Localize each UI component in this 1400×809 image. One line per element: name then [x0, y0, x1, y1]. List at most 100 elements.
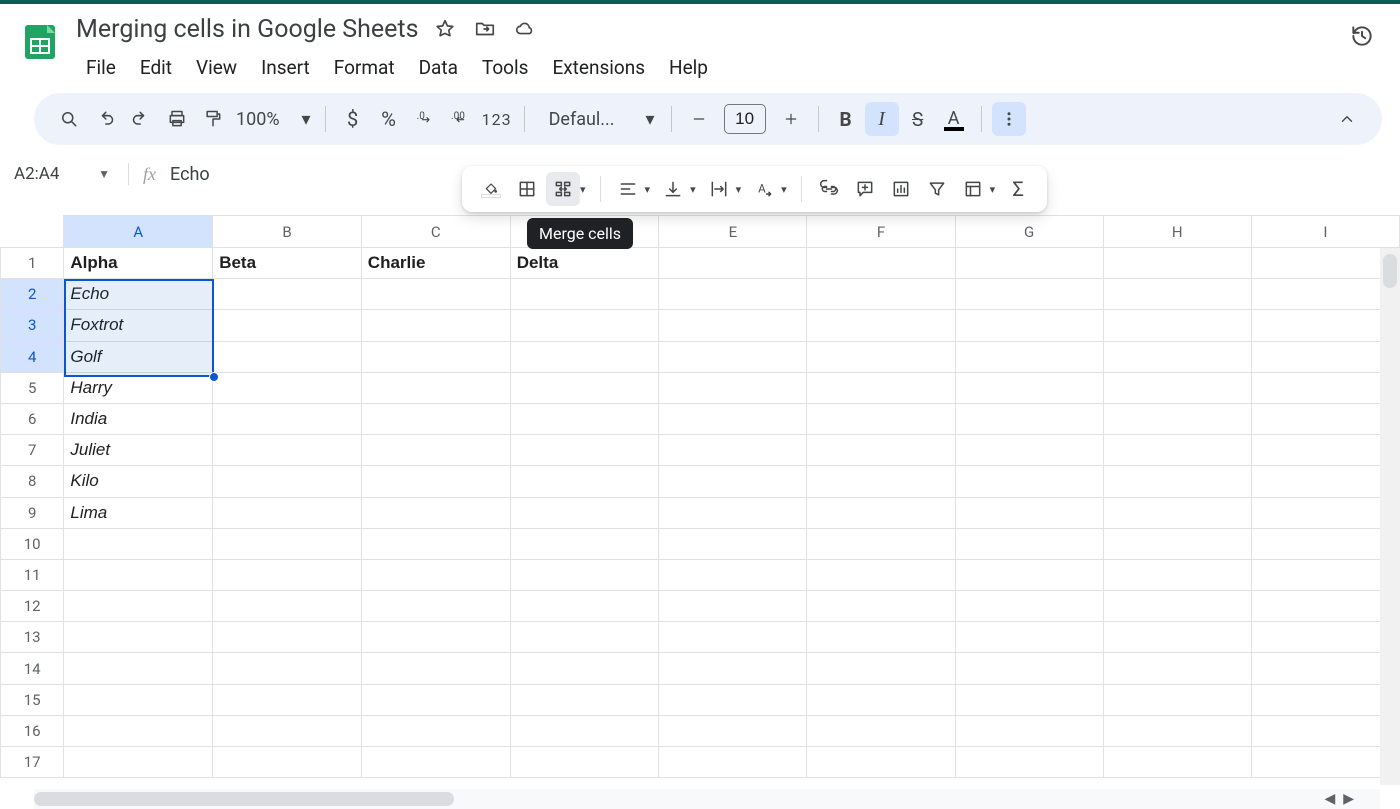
cell[interactable] — [955, 591, 1103, 622]
cell[interactable] — [659, 622, 807, 653]
cell[interactable] — [510, 622, 659, 653]
cell[interactable] — [659, 435, 807, 466]
font-family-select[interactable]: Defaul...▾ — [535, 109, 661, 130]
cell[interactable] — [64, 715, 213, 746]
cell[interactable] — [955, 248, 1103, 279]
cell[interactable] — [807, 715, 955, 746]
column-header[interactable]: B — [213, 216, 362, 248]
cell[interactable] — [1251, 341, 1399, 372]
cell[interactable] — [955, 653, 1103, 684]
cell[interactable] — [213, 653, 362, 684]
cell[interactable] — [361, 403, 510, 434]
strikethrough-button[interactable]: S — [901, 102, 935, 136]
halign-dropdown-icon[interactable]: ▾ — [645, 183, 655, 196]
menu-help[interactable]: Help — [659, 52, 718, 83]
spreadsheet-grid[interactable]: ABCDEFGHI1AlphaBetaCharlieDelta2Echo3Fox… — [0, 215, 1400, 778]
cell[interactable] — [1251, 591, 1399, 622]
cell[interactable] — [361, 310, 510, 341]
cell[interactable] — [659, 310, 807, 341]
row-header[interactable]: 2 — [1, 279, 64, 310]
cell[interactable] — [807, 435, 955, 466]
cell[interactable] — [213, 466, 362, 497]
decrease-font-button[interactable] — [682, 102, 716, 136]
cell[interactable] — [1103, 435, 1251, 466]
cell[interactable] — [807, 559, 955, 590]
cell[interactable] — [510, 403, 659, 434]
cell[interactable] — [361, 559, 510, 590]
column-header[interactable]: H — [1103, 216, 1251, 248]
cell[interactable] — [64, 528, 213, 559]
cell[interactable] — [807, 528, 955, 559]
cell[interactable] — [807, 747, 955, 778]
move-folder-icon[interactable] — [471, 15, 499, 43]
row-header[interactable]: 17 — [1, 747, 64, 778]
menu-format[interactable]: Format — [324, 52, 405, 83]
cell[interactable] — [361, 279, 510, 310]
row-header[interactable]: 10 — [1, 528, 64, 559]
cell[interactable] — [955, 528, 1103, 559]
currency-button[interactable]: $ — [336, 102, 370, 136]
cell[interactable] — [659, 747, 807, 778]
cell[interactable] — [955, 622, 1103, 653]
vertical-align-button[interactable] — [656, 172, 690, 206]
cell[interactable]: Alpha — [64, 248, 213, 279]
borders-button[interactable] — [510, 172, 544, 206]
text-wrap-button[interactable] — [702, 172, 736, 206]
row-header[interactable]: 12 — [1, 591, 64, 622]
cell[interactable] — [1103, 466, 1251, 497]
row-header[interactable]: 1 — [1, 248, 64, 279]
history-icon[interactable] — [1348, 22, 1376, 50]
cell[interactable] — [807, 591, 955, 622]
cell[interactable] — [213, 279, 362, 310]
cell[interactable] — [213, 403, 362, 434]
cell[interactable] — [955, 435, 1103, 466]
cell[interactable] — [807, 372, 955, 403]
cell[interactable] — [659, 466, 807, 497]
rotation-dropdown-icon[interactable]: ▾ — [781, 183, 791, 196]
print-button[interactable] — [160, 102, 194, 136]
cell[interactable] — [361, 715, 510, 746]
cell[interactable] — [807, 279, 955, 310]
cell[interactable]: Harry — [64, 372, 213, 403]
cell[interactable] — [64, 622, 213, 653]
cell[interactable] — [659, 591, 807, 622]
cell[interactable] — [807, 341, 955, 372]
cell[interactable] — [1251, 559, 1399, 590]
scroll-left-icon[interactable]: ◀ — [1324, 791, 1335, 807]
cell[interactable] — [1251, 622, 1399, 653]
cell[interactable] — [955, 372, 1103, 403]
horizontal-align-button[interactable] — [611, 172, 645, 206]
italic-button[interactable]: I — [865, 102, 899, 136]
column-header[interactable]: A — [64, 216, 213, 248]
cell[interactable] — [955, 559, 1103, 590]
cell[interactable] — [1251, 403, 1399, 434]
cell[interactable]: Charlie — [361, 248, 510, 279]
cell[interactable]: Delta — [510, 248, 659, 279]
doc-title[interactable]: Merging cells in Google Sheets — [76, 15, 419, 44]
cell[interactable] — [659, 497, 807, 528]
increase-font-button[interactable] — [774, 102, 808, 136]
cell[interactable] — [510, 466, 659, 497]
cell[interactable] — [510, 684, 659, 715]
row-header[interactable]: 7 — [1, 435, 64, 466]
menu-tools[interactable]: Tools — [472, 52, 539, 83]
cell[interactable] — [510, 559, 659, 590]
cell[interactable] — [1103, 528, 1251, 559]
filterviews-dropdown-icon[interactable]: ▾ — [990, 183, 1000, 196]
cell[interactable] — [510, 279, 659, 310]
valign-dropdown-icon[interactable]: ▾ — [690, 183, 700, 196]
cell[interactable] — [1103, 747, 1251, 778]
cell[interactable] — [1251, 747, 1399, 778]
toolbar-overflow-button[interactable] — [992, 102, 1026, 136]
cell[interactable] — [213, 747, 362, 778]
cell[interactable] — [64, 684, 213, 715]
menu-insert[interactable]: Insert — [251, 52, 320, 83]
cell[interactable] — [213, 591, 362, 622]
cloud-status-icon[interactable] — [511, 15, 539, 43]
cell[interactable] — [361, 466, 510, 497]
row-header[interactable]: 14 — [1, 653, 64, 684]
text-color-button[interactable]: A — [937, 102, 971, 136]
cell[interactable] — [1103, 279, 1251, 310]
cell[interactable]: Golf — [64, 341, 213, 372]
column-header[interactable]: I — [1251, 216, 1399, 248]
